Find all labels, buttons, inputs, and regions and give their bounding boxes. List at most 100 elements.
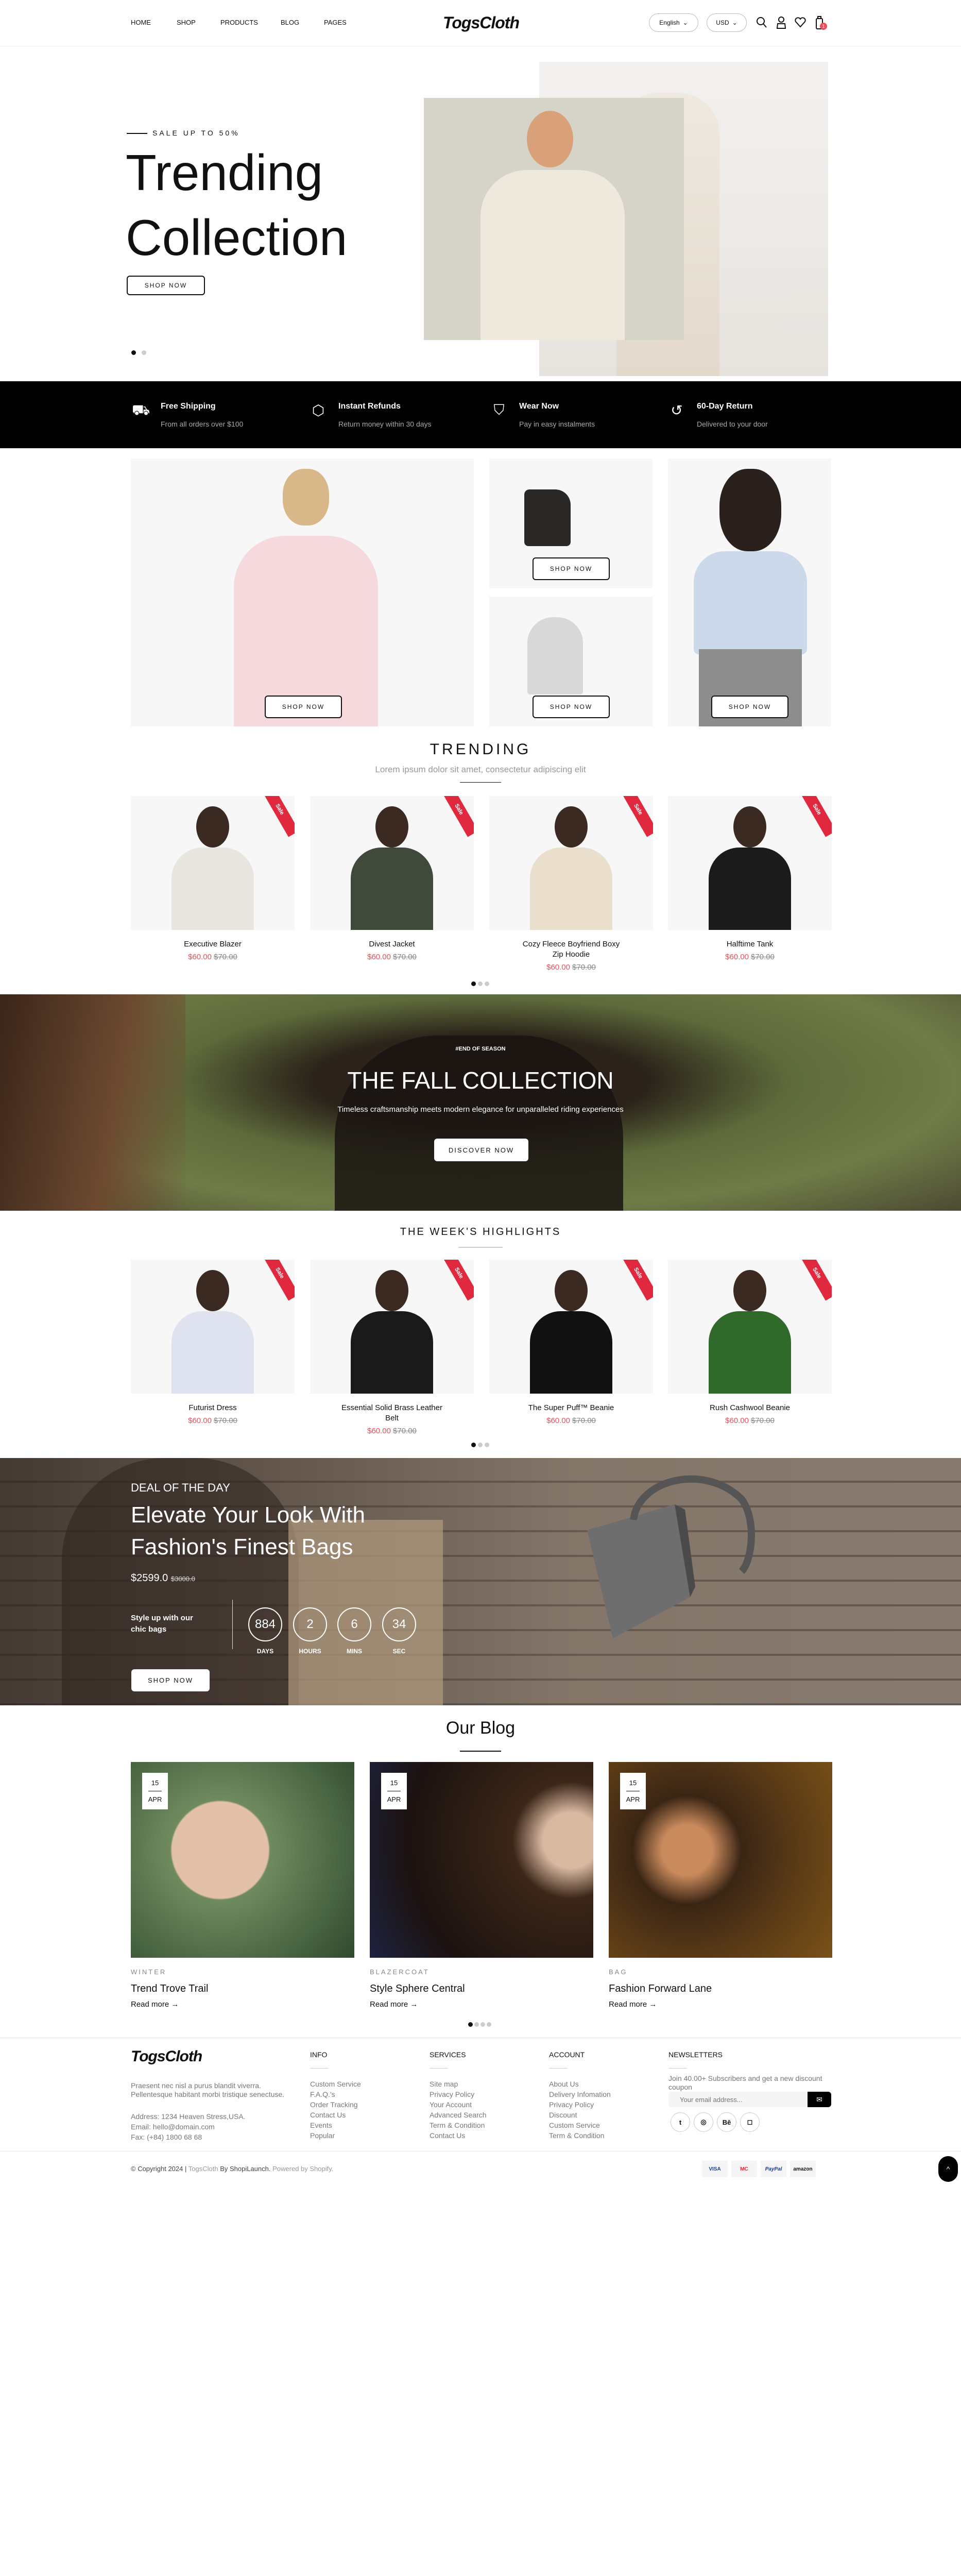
product-image[interactable]: Sale xyxy=(489,1260,653,1394)
blog-image[interactable]: 15 APR xyxy=(370,1762,593,1958)
banner-shop-now-button[interactable]: SHOP NOW xyxy=(711,696,788,718)
nav-home[interactable]: HOME xyxy=(131,19,151,26)
product-card[interactable]: Sale Rush Cashwool Beanie $60.00 $70.00 xyxy=(668,1260,832,1425)
nav-blog[interactable]: BLOG xyxy=(281,19,299,26)
footer-link[interactable]: Popular xyxy=(310,2131,361,2142)
carousel-dot[interactable] xyxy=(478,981,483,986)
powered-by-link[interactable]: Powered by Shopify. xyxy=(272,2165,333,2173)
footer-link[interactable]: F.A.Q.'s xyxy=(310,2090,361,2100)
banner-shop-now-button[interactable]: SHOP NOW xyxy=(533,696,610,718)
banner-dress[interactable]: SHOP NOW xyxy=(131,459,474,726)
read-more-link[interactable]: Read more → xyxy=(131,2000,354,2009)
footer-link[interactable]: Discount xyxy=(549,2111,611,2121)
carousel-dot[interactable] xyxy=(487,2022,491,2027)
twitter-icon[interactable]: t xyxy=(671,2112,690,2132)
blog-image[interactable]: 15 APR xyxy=(131,1762,354,1958)
footer-link[interactable]: Contact Us xyxy=(430,2131,487,2142)
banner-beanie[interactable]: SHOP NOW xyxy=(489,597,653,726)
footer-link[interactable]: Custom Service xyxy=(549,2121,611,2131)
product-image[interactable]: Sale xyxy=(668,796,832,930)
product-card[interactable]: Sale Executive Blazer $60.00 $70.00 xyxy=(131,796,295,961)
product-image[interactable]: Sale xyxy=(668,1260,832,1394)
carousel-dot[interactable] xyxy=(471,1443,476,1447)
discover-now-button[interactable]: DISCOVER NOW xyxy=(434,1139,528,1161)
footer-link[interactable]: About Us xyxy=(549,2080,611,2090)
product-image[interactable]: Sale xyxy=(310,796,474,930)
product-card[interactable]: Sale The Super Puff™ Beanie $60.00 $70.00 xyxy=(489,1260,653,1425)
carousel-dot[interactable] xyxy=(478,1443,483,1447)
blog-title[interactable]: Trend Trove Trail xyxy=(131,1983,354,1995)
product-name[interactable]: Divest Jacket xyxy=(310,939,474,950)
banner-shop-now-button[interactable]: SHOP NOW xyxy=(265,696,342,718)
read-more-link[interactable]: Read more → xyxy=(370,2000,593,2009)
blog-post[interactable]: 15 APR BLAZERCOAT Style Sphere Central Re… xyxy=(370,1762,593,2009)
logo[interactable]: TogsCloth xyxy=(443,13,520,32)
product-name[interactable]: Cozy Fleece Boyfriend Boxy Zip Hoodie xyxy=(489,939,653,960)
back-to-top-button[interactable]: ^ xyxy=(938,2156,958,2182)
dribbble-icon[interactable]: ◎ xyxy=(694,2112,713,2132)
carousel-dot[interactable] xyxy=(480,2022,485,2027)
instagram-icon[interactable]: ◻ xyxy=(740,2112,760,2132)
footer-link[interactable]: Delivery Infomation xyxy=(549,2090,611,2100)
product-name[interactable]: Futurist Dress xyxy=(131,1403,295,1413)
blog-category[interactable]: WINTER xyxy=(131,1968,354,1976)
newsletter-submit-button[interactable]: ✉ xyxy=(808,2092,831,2107)
carousel-dot[interactable] xyxy=(468,2022,473,2027)
slide-dot-1[interactable] xyxy=(131,350,136,355)
product-image[interactable]: Sale xyxy=(310,1260,474,1394)
user-icon[interactable] xyxy=(776,16,786,29)
read-more-link[interactable]: Read more → xyxy=(609,2000,832,2009)
blog-category[interactable]: BLAZERCOAT xyxy=(370,1968,593,1976)
blog-category[interactable]: BAG xyxy=(609,1968,832,1976)
banner-tshirt[interactable]: SHOP NOW xyxy=(668,459,831,726)
footer-link[interactable]: Events xyxy=(310,2121,361,2131)
product-name[interactable]: Executive Blazer xyxy=(131,939,295,950)
carousel-dot[interactable] xyxy=(471,981,476,986)
carousel-dot[interactable] xyxy=(485,1443,489,1447)
product-card[interactable]: Sale Futurist Dress $60.00 $70.00 xyxy=(131,1260,295,1425)
nav-products[interactable]: PRODUCTS xyxy=(220,19,258,26)
newsletter-email-input[interactable] xyxy=(668,2092,808,2107)
footer-logo[interactable]: TogsCloth xyxy=(131,2048,202,2065)
product-image[interactable]: Sale xyxy=(489,796,653,930)
footer-link[interactable]: Term & Condition xyxy=(430,2121,487,2131)
blog-post[interactable]: 15 APR BAG Fashion Forward Lane Read more… xyxy=(609,1762,832,2009)
blog-title[interactable]: Style Sphere Central xyxy=(370,1983,593,1995)
product-name[interactable]: Essential Solid Brass Leather Belt xyxy=(310,1403,474,1423)
blog-post[interactable]: 15 APR WINTER Trend Trove Trail Read more… xyxy=(131,1762,354,2009)
footer-link[interactable]: Order Tracking xyxy=(310,2100,361,2111)
footer-link[interactable]: Privacy Policy xyxy=(549,2100,611,2111)
deal-shop-now-button[interactable]: SHOP NOW xyxy=(131,1669,210,1691)
behance-icon[interactable]: Bē xyxy=(717,2112,736,2132)
currency-select[interactable]: USD ⌄ xyxy=(707,13,747,32)
by-shopilaunch-link[interactable]: By ShopiLaunch. xyxy=(220,2165,270,2173)
blog-title[interactable]: Fashion Forward Lane xyxy=(609,1983,832,1995)
product-card[interactable]: Sale Cozy Fleece Boyfriend Boxy Zip Hoodi… xyxy=(489,796,653,972)
banner-shop-now-button[interactable]: SHOP NOW xyxy=(533,557,610,580)
language-select[interactable]: English ⌄ xyxy=(649,13,698,32)
hero-shop-now-button[interactable]: SHOP NOW xyxy=(127,276,205,295)
brand-link[interactable]: TogsCloth xyxy=(188,2165,218,2173)
product-card[interactable]: Sale Essential Solid Brass Leather Belt $6… xyxy=(310,1260,474,1435)
product-name[interactable]: Halftime Tank xyxy=(668,939,832,950)
wishlist-heart-icon[interactable] xyxy=(795,16,806,28)
footer-link[interactable]: Privacy Policy xyxy=(430,2090,487,2100)
footer-link[interactable]: Contact Us xyxy=(310,2111,361,2121)
product-image[interactable]: Sale xyxy=(131,796,295,930)
banner-boots[interactable]: SHOP NOW xyxy=(489,459,653,588)
footer-link[interactable]: Site map xyxy=(430,2080,487,2090)
blog-image[interactable]: 15 APR xyxy=(609,1762,832,1958)
footer-link[interactable]: Your Account xyxy=(430,2100,487,2111)
nav-pages[interactable]: PAGES xyxy=(324,19,347,26)
product-name[interactable]: Rush Cashwool Beanie xyxy=(668,1403,832,1413)
footer-link[interactable]: Advanced Search xyxy=(430,2111,487,2121)
footer-link[interactable]: Term & Condition xyxy=(549,2131,611,2142)
product-card[interactable]: Sale Halftime Tank $60.00 $70.00 xyxy=(668,796,832,961)
product-name[interactable]: The Super Puff™ Beanie xyxy=(489,1403,653,1413)
product-image[interactable]: Sale xyxy=(131,1260,295,1394)
carousel-dot[interactable] xyxy=(474,2022,479,2027)
slide-dot-2[interactable] xyxy=(142,350,146,355)
footer-email[interactable]: Email: hello@domain.com xyxy=(131,2123,215,2131)
carousel-dot[interactable] xyxy=(485,981,489,986)
search-icon[interactable] xyxy=(756,16,767,29)
